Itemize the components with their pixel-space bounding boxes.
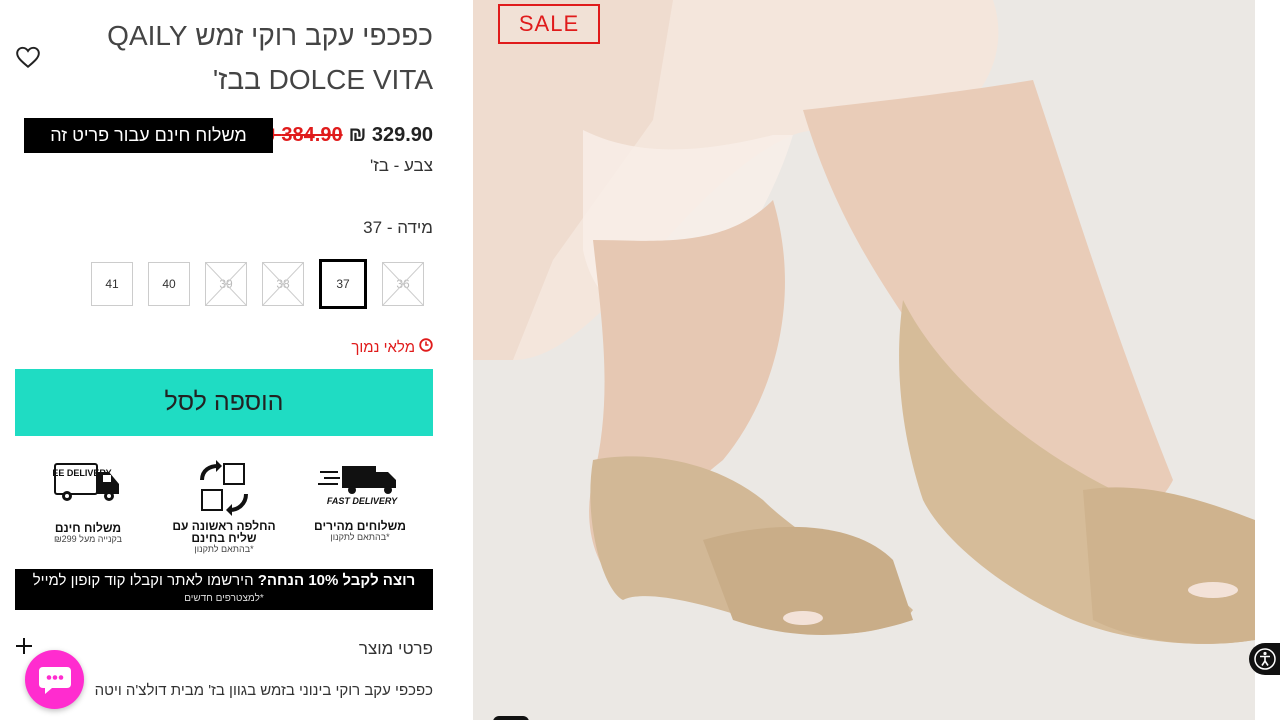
size-option-37[interactable]: 37 [319,259,367,309]
size-option-36[interactable]: 36 [382,262,424,306]
free-delivery-truck-icon: FREE DELIVERY [53,463,119,501]
size-option-41[interactable]: 41 [91,262,133,306]
exchange-boxes-icon [200,460,248,516]
fast-delivery-truck-icon: FAST DELIVERY [318,466,398,506]
current-price: 329.90 ₪ [348,124,433,146]
perk-title: משלוח חינם [54,521,122,535]
product-image[interactable]: SALE [473,0,1255,720]
stock-status: מלאי נמוך [351,338,433,356]
perk-subtitle: *בהתאם לתקנון [330,532,390,542]
sale-badge: SALE [498,4,600,44]
size-label: מידה - 37 [363,218,433,237]
size-option-40[interactable]: 40 [148,262,190,306]
clock-icon [419,338,433,356]
product-title: כפכפי עקב רוקי זמש QAILY DOLCE VITA בבז' [107,20,433,95]
signup-promo-banner[interactable]: רוצה לקבל 10% הנחה? הירשמו לאתר וקבלו קו… [15,569,433,610]
product-details-toggle[interactable]: פרטי מוצר [15,637,433,661]
product-description: כפכפי עקב רוקי בינוני בזמש בגוון בז' מבי… [94,682,433,699]
perk-free-shipping: FREE DELIVERY משלוח חינם בקנייה מעל ₪299 [33,460,143,560]
perk-subtitle: *בהתאם לתקנון [194,544,254,554]
size-option-39[interactable]: 39 [205,262,247,306]
perk-title: החלפה ראשונה עם שליח בחינם [172,519,276,545]
plus-icon [15,637,33,655]
chat-button[interactable] [25,650,84,709]
svg-text:FAST DELIVERY: FAST DELIVERY [327,496,398,506]
size-selector: 36 37 38 39 40 41 [91,259,424,309]
wishlist-heart-icon[interactable] [15,44,41,70]
promo-text: רוצה לקבל 10% הנחה? הירשמו לאתר וקבלו קו… [15,569,433,593]
free-shipping-banner: משלוח חינם עבור פריט זה [24,118,273,153]
size-option-label: 40 [162,277,176,291]
perks-row: FREE DELIVERY משלוח חינם בקנייה מעל ₪299… [15,460,433,560]
accessibility-button[interactable] [1249,643,1280,675]
product-info: כפכפי עקב רוקי זמש QAILY DOLCE VITA בבז'… [15,0,433,720]
product-details-title: פרטי מוצר [358,639,433,658]
size-option-label: 37 [336,277,350,291]
size-option-38[interactable]: 38 [262,262,304,306]
price-row: 329.90 ₪ 384.90 ₪ [258,118,433,153]
stock-status-label: מלאי נמוך [351,338,415,356]
promo-highlight: רוצה לקבל 10% הנחה? [257,572,416,589]
perk-title: משלוחים מהירים [314,519,406,533]
color-label: צבע - בז' [369,156,433,175]
chat-bubble-icon [38,666,71,694]
gallery-indicator[interactable] [493,716,529,720]
promo-footnote: *למצטרפים חדשים [184,593,264,604]
perk-subtitle: בקנייה מעל ₪299 [54,534,122,544]
size-option-label: 41 [105,277,119,291]
accessibility-icon [1254,648,1276,670]
perk-free-exchange: החלפה ראשונה עם שליח בחינם *בהתאם לתקנון [169,460,279,560]
perk-fast-delivery: FAST DELIVERY משלוחים מהירים *בהתאם לתקנ… [305,460,415,560]
add-to-cart-button[interactable]: הוספה לסל [15,369,433,436]
promo-description: הירשמו לאתר וקבלו קוד קופון למייל [32,572,254,589]
product-photo-illustration [473,0,1255,720]
